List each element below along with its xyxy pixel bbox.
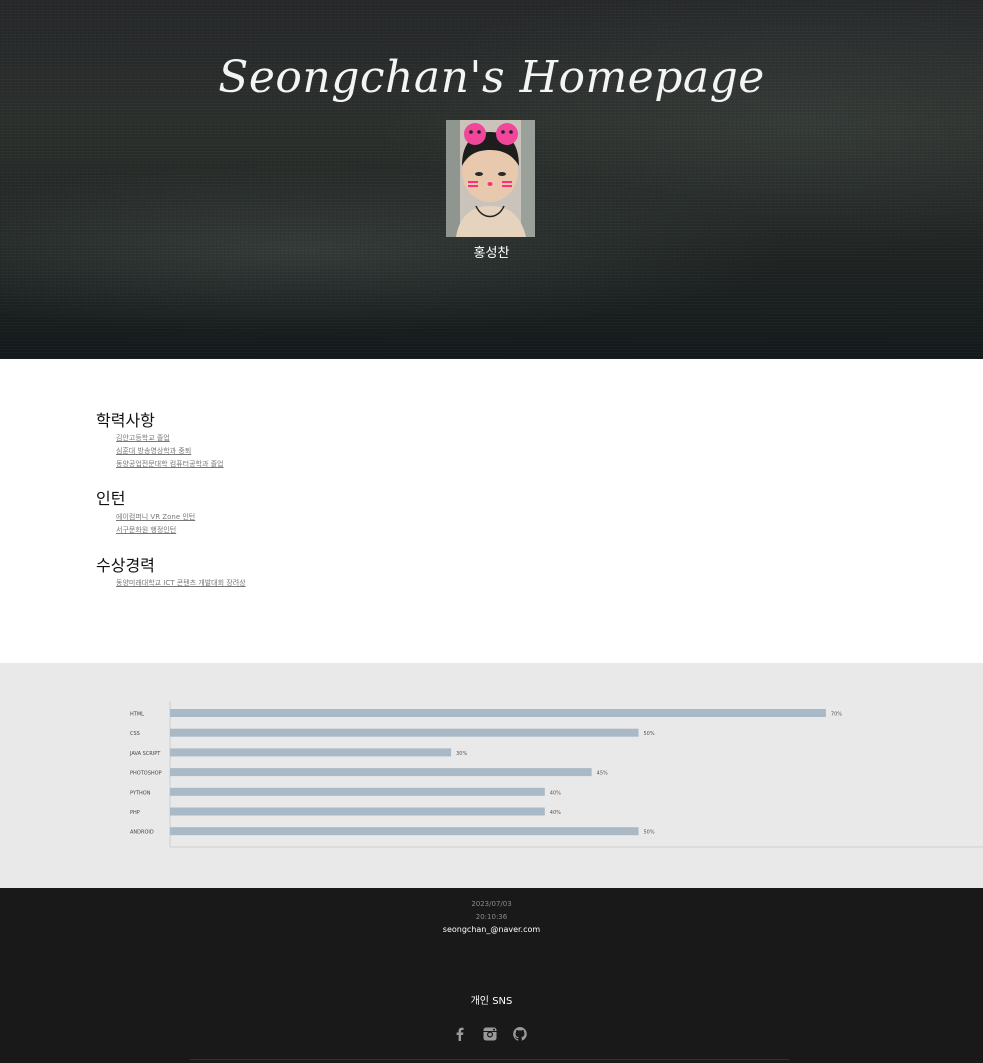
chart-bar xyxy=(170,827,639,836)
chart-category-label: JAVA SCRIPT xyxy=(129,751,161,757)
internship-item[interactable]: 에이컴퍼니 VR Zone 인턴 xyxy=(116,512,195,522)
chart-bar xyxy=(170,748,452,757)
page-title: Seongchan's Homepage xyxy=(218,52,765,103)
internship-item[interactable]: 서구문화원 행정인턴 xyxy=(116,525,176,535)
chart-category-label: HTML xyxy=(130,712,144,718)
chart-bar xyxy=(170,768,592,777)
chart-value-label: 70% xyxy=(831,712,842,718)
skills-chart: HTML 70% CSS 50% JAVA SCRIPT 30% PHOTOSHOP 45% P… xyxy=(129,701,983,848)
education-heading: 학력사항 xyxy=(96,411,155,430)
instagram-icon[interactable] xyxy=(482,1026,498,1042)
github-icon[interactable] xyxy=(512,1026,528,1042)
chart-value-label: 40% xyxy=(550,810,561,816)
awards-heading: 수상경력 xyxy=(96,556,155,575)
owner-name: 홍성찬 xyxy=(473,246,510,261)
profile-section: 학력사항 김안고등학교 졸업 심훈대 방송영상학과 중퇴 동양공업전문대학 컴퓨… xyxy=(0,359,983,663)
footer-date: 2023/07/03 xyxy=(471,900,512,908)
sns-title: 개인 SNS xyxy=(470,996,513,1007)
chart-category-label: PHOTOSHOP xyxy=(130,771,162,777)
skills-chart-section: HTML 70% CSS 50% JAVA SCRIPT 30% PHOTOSHOP 45% P… xyxy=(0,663,983,888)
footer-time: 20:10:36 xyxy=(475,913,508,921)
education-item[interactable]: 동양공업전문대학 컴퓨터공학과 졸업 xyxy=(116,459,224,469)
facebook-icon[interactable] xyxy=(452,1026,468,1042)
avatar xyxy=(446,120,535,237)
chart-bar xyxy=(170,709,826,717)
chart-bar xyxy=(170,807,545,816)
chart-category-label: ANDROID xyxy=(130,830,154,836)
chart-bar xyxy=(170,787,545,796)
chart-category-label: PHP xyxy=(130,810,140,816)
chart-bar xyxy=(170,728,639,737)
chart-value-label: 40% xyxy=(550,790,561,796)
chart-value-label: 50% xyxy=(644,731,655,737)
chart-category-label: PYTHON xyxy=(130,790,151,796)
education-item[interactable]: 심훈대 방송영상학과 중퇴 xyxy=(116,446,191,456)
award-item[interactable]: 동양미래대학교 ICT 콘텐츠 개발대회 장려상 xyxy=(116,578,246,588)
chart-category-label: CSS xyxy=(130,731,140,737)
chart-value-label: 50% xyxy=(644,830,655,836)
footer-divider xyxy=(190,1059,789,1060)
footer-email[interactable]: seongchan_@naver.com xyxy=(0,925,983,934)
chart-value-label: 45% xyxy=(597,771,608,777)
education-item[interactable]: 김안고등학교 졸업 xyxy=(116,433,170,443)
sns-icons xyxy=(452,1026,528,1042)
chart-value-label: 30% xyxy=(456,751,467,757)
footer: 2023/07/03 20:10:36 seongchan_@naver.com… xyxy=(0,888,983,1063)
internship-heading: 인턴 xyxy=(96,489,126,508)
hero-banner: Seongchan's Homepage 홍성찬 xyxy=(0,0,983,359)
